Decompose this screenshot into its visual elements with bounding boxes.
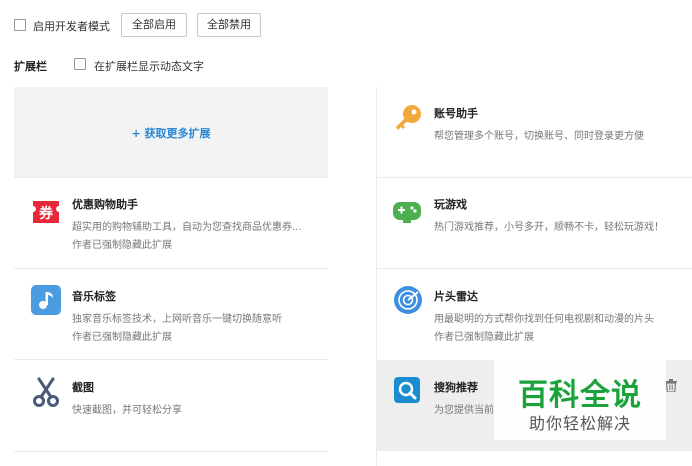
extension-title: 截图 <box>72 381 94 394</box>
extension-description: 快速截图，并可轻松分享 <box>72 405 182 416</box>
extension-hidden-note: 作者已强制隐藏此扩展 <box>434 332 534 343</box>
extension-description: 超实用的购物辅助工具，自动为您查找商品优惠券... <box>72 222 302 233</box>
extension-title: 账号助手 <box>434 107 478 120</box>
gamepad-icon <box>392 196 422 226</box>
extension-card-radar[interactable]: 片头雷达 用最聪明的方式帮你找到任何电视剧和动漫的片头 作者已强制隐藏此扩展 <box>377 269 692 359</box>
radar-icon <box>393 285 423 315</box>
dev-mode-label: 启用开发者模式 <box>33 20 110 33</box>
extension-card-coupon[interactable]: 券 优惠购物助手 超实用的购物辅助工具，自动为您查找商品优惠券... 作者已强制… <box>14 178 328 268</box>
coupon-icon: 券 <box>31 197 61 227</box>
svg-text:券: 券 <box>39 205 54 222</box>
extension-title: 优惠购物助手 <box>72 198 138 211</box>
extension-hidden-note: 作者已强制隐藏此扩展 <box>72 240 172 251</box>
extension-card-music[interactable]: 音乐标签 独家音乐标签技术，上网听音乐一键切换随意听 作者已强制隐藏此扩展 <box>14 269 328 359</box>
scissors-icon <box>31 377 61 407</box>
extension-card-games[interactable]: 玩游戏 热门游戏推荐，小号多开，顺畅不卡，轻松玩游戏！ <box>377 178 692 268</box>
enable-all-button[interactable]: 全部启用 <box>121 13 187 37</box>
extension-card-account[interactable]: 账号助手 帮您管理多个账号，切换账号、同时登录更方便 <box>377 87 692 177</box>
get-more-extensions-link[interactable]: + 获取更多扩展 <box>14 125 328 141</box>
key-icon <box>393 103 423 133</box>
watermark-box: 百科全说 助你轻松解决 <box>494 358 666 440</box>
show-dynamic-text-checkbox[interactable] <box>74 58 86 70</box>
row-divider <box>14 451 328 452</box>
extension-hidden-note: 作者已强制隐藏此扩展 <box>72 332 172 343</box>
extension-card-screenshot[interactable]: 截图 快速截图，并可轻松分享 <box>14 360 328 450</box>
watermark-title: 百科全说 <box>518 378 642 413</box>
get-more-extensions-tile[interactable]: + 获取更多扩展 <box>14 87 328 177</box>
disable-all-button[interactable]: 全部禁用 <box>197 13 261 37</box>
extension-title: 玩游戏 <box>434 198 467 211</box>
extension-description: 用最聪明的方式帮你找到任何电视剧和动漫的片头 <box>434 314 654 325</box>
watermark-subtitle: 助你轻松解决 <box>528 414 631 433</box>
extension-title: 片头雷达 <box>434 290 478 303</box>
extension-title: 搜狗推荐 <box>434 381 478 394</box>
extension-description: 独家音乐标签技术，上网听音乐一键切换随意听 <box>72 314 282 325</box>
show-dynamic-text-label: 在扩展栏显示动态文字 <box>94 60 204 73</box>
extbar-title: 扩展栏 <box>14 60 47 73</box>
extension-description: 热门游戏推荐，小号多开，顺畅不卡，轻松玩游戏！ <box>434 222 664 233</box>
music-note-icon <box>31 285 61 315</box>
dev-mode-checkbox[interactable] <box>14 19 26 31</box>
search-recommend-icon <box>393 376 423 406</box>
extension-title: 音乐标签 <box>72 290 116 303</box>
trash-icon[interactable] <box>665 377 677 393</box>
extension-description: 帮您管理多个账号，切换账号、同时登录更方便 <box>434 131 644 142</box>
